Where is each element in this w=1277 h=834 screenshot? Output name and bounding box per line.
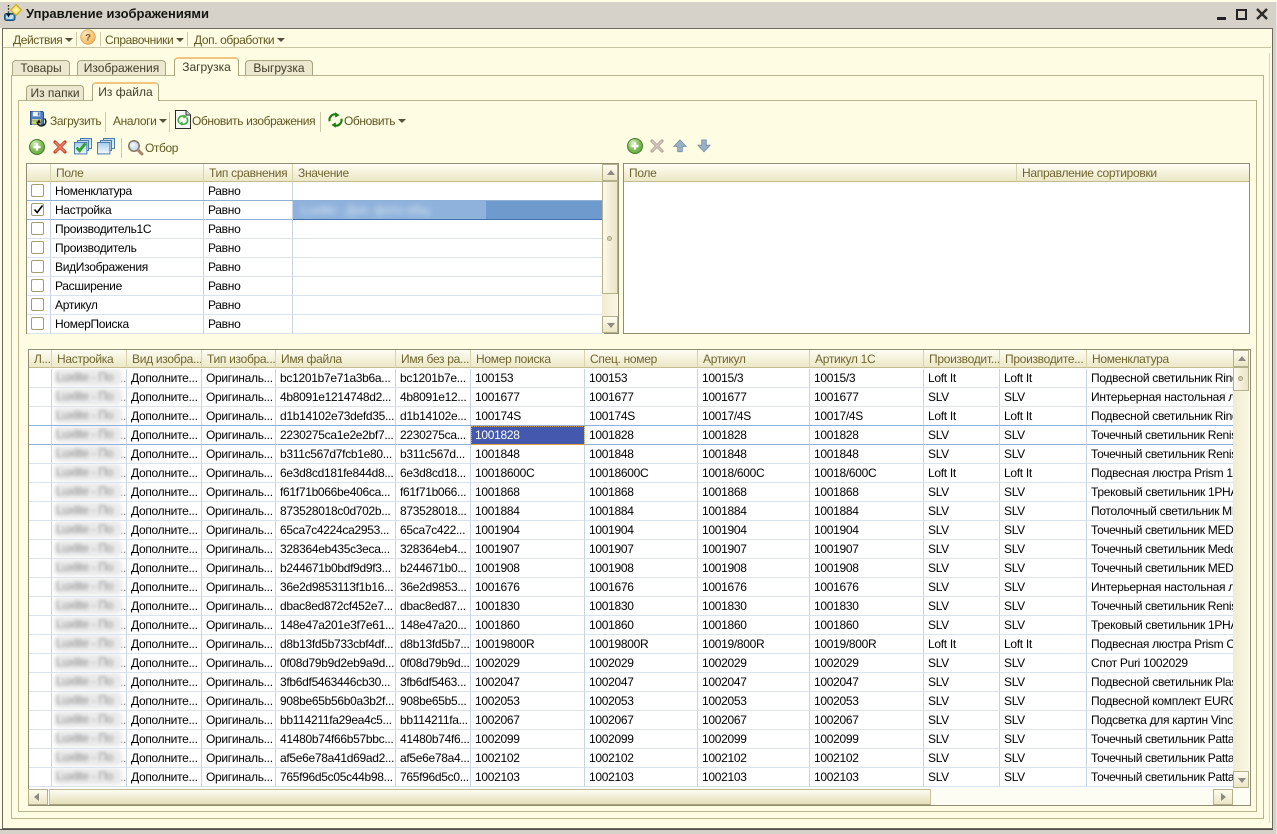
svg-text:?: ? <box>85 33 91 44</box>
